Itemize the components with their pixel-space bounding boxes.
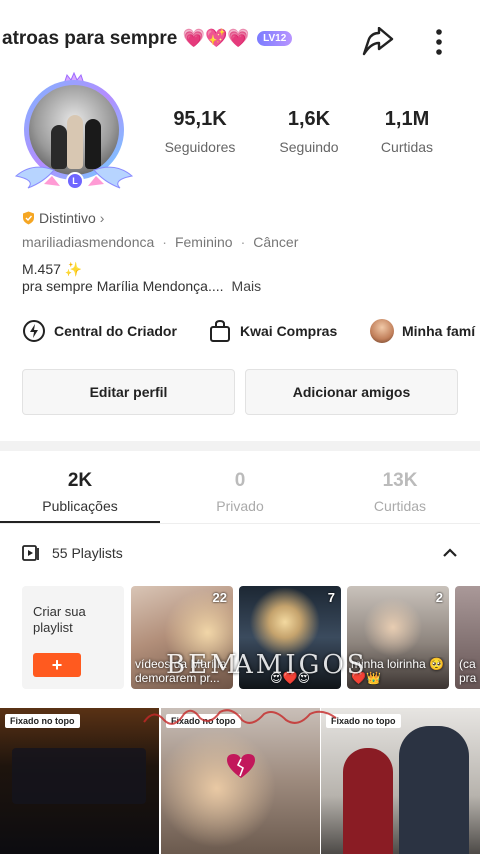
tab-likes[interactable]: 13K Curtidas: [320, 470, 480, 514]
creator-center-link[interactable]: Central do Criador: [22, 316, 177, 346]
more-options-button[interactable]: [424, 24, 454, 60]
add-friends-button[interactable]: Adicionar amigos: [245, 369, 458, 415]
playlist-title: (ca pra: [459, 657, 477, 685]
liked-label: Curtidas: [373, 498, 427, 514]
display-name-emojis: 💗💖💗: [182, 28, 250, 48]
video-caption-card: [12, 748, 146, 804]
my-family-link[interactable]: Minha famí: [370, 316, 475, 346]
create-playlist-label: Criar sua playlist: [33, 604, 86, 635]
avatar-level-chip: L: [66, 172, 84, 190]
video-figure: [343, 748, 393, 854]
edit-profile-button[interactable]: Editar perfil: [22, 369, 235, 415]
username: mariliadiasmendonca: [22, 234, 155, 250]
display-name-text: atroas para sempre: [2, 28, 178, 49]
create-playlist-button[interactable]: +: [33, 653, 81, 677]
liked-count: 13K: [382, 470, 418, 491]
followers-count: 95,1K: [173, 108, 227, 130]
playlists-header[interactable]: 55 Playlists: [22, 544, 123, 562]
playlist-overlay-text: BEM: [166, 650, 240, 680]
followers-label: Seguidores: [164, 139, 236, 155]
playlist-video-count: 2: [435, 590, 443, 605]
chevron-right-icon: ›: [99, 210, 105, 226]
tabs-border: [0, 523, 480, 524]
badge-link[interactable]: Distintivo ›: [22, 210, 104, 226]
broken-heart-icon: [227, 754, 255, 778]
profile-display-name: atroas para sempre 💗💖💗 LV12: [0, 28, 340, 50]
badge-shield-icon: [23, 211, 34, 225]
tab-private[interactable]: 0 Privado: [160, 470, 320, 514]
playlists-count: 55 Playlists: [52, 545, 123, 561]
more-vertical-icon: [436, 29, 442, 55]
share-icon: [362, 27, 394, 56]
shopping-bag-icon: [210, 319, 230, 342]
playlist-video-count: 7: [327, 590, 335, 605]
badge-label: Distintivo: [39, 210, 96, 226]
separator-dot: ·: [162, 234, 167, 250]
bio-line-2: pra sempre Marília Mendonça.... Mais: [22, 278, 261, 294]
likes-stat[interactable]: 1,1M Curtidas: [357, 108, 457, 155]
pinned-label: Fixado no topo: [5, 714, 80, 728]
followers-stat[interactable]: 95,1K Seguidores: [150, 108, 250, 155]
video-thumbnail[interactable]: Fixado no topo: [0, 708, 159, 854]
collapse-playlists-button[interactable]: [440, 543, 460, 563]
video-thumbnail[interactable]: Fixado no topo: [321, 708, 480, 854]
creator-center-label: Central do Criador: [54, 323, 177, 339]
level-badge[interactable]: LV12: [257, 31, 293, 47]
playlist-video-count: 22: [212, 590, 227, 605]
video-thumbnail[interactable]: Fixado no topo: [161, 708, 320, 854]
posts-count: 2K: [67, 470, 93, 491]
share-button[interactable]: [360, 24, 396, 60]
kwai-shopping-label: Kwai Compras: [240, 323, 338, 339]
kwai-shopping-link[interactable]: Kwai Compras: [208, 316, 337, 346]
create-playlist-card[interactable]: Criar sua playlist +: [22, 586, 124, 689]
profile-meta: mariliadiasmendonca · Feminino · Câncer: [22, 234, 298, 250]
section-divider: [0, 441, 480, 451]
video-figure: [399, 726, 469, 854]
private-label: Privado: [216, 498, 264, 514]
bio-line-1: M.457 ✨: [22, 261, 83, 277]
private-count: 0: [234, 470, 246, 491]
separator-dot: ·: [240, 234, 246, 250]
likes-count: 1,1M: [384, 108, 430, 130]
chevron-up-icon: [443, 548, 457, 557]
profile-header: atroas para sempre 💗💖💗 LV12: [0, 18, 480, 62]
zodiac-sign: Câncer: [253, 234, 299, 250]
likes-label: Curtidas: [380, 139, 434, 155]
profile-avatar[interactable]: L: [14, 72, 134, 194]
playlist-overlay-text: AMIGOS: [234, 650, 368, 680]
posts-label: Publicações: [42, 498, 118, 514]
family-avatar: [370, 319, 394, 343]
bio-text: pra sempre Marília Mendonça....: [22, 278, 224, 294]
my-family-label: Minha famí: [402, 323, 476, 339]
gender: Feminino: [174, 234, 233, 250]
signature-watermark: [143, 709, 337, 725]
playlist-icon: [22, 545, 39, 561]
following-label: Seguindo: [279, 139, 339, 155]
following-stat[interactable]: 1,6K Seguindo: [259, 108, 359, 155]
tab-posts[interactable]: 2K Publicações: [0, 470, 160, 514]
following-count: 1,6K: [287, 108, 331, 130]
creator-center-icon: [23, 320, 45, 342]
playlist-card[interactable]: (ca pra: [455, 586, 480, 689]
bio-more-link[interactable]: Mais: [232, 278, 262, 294]
